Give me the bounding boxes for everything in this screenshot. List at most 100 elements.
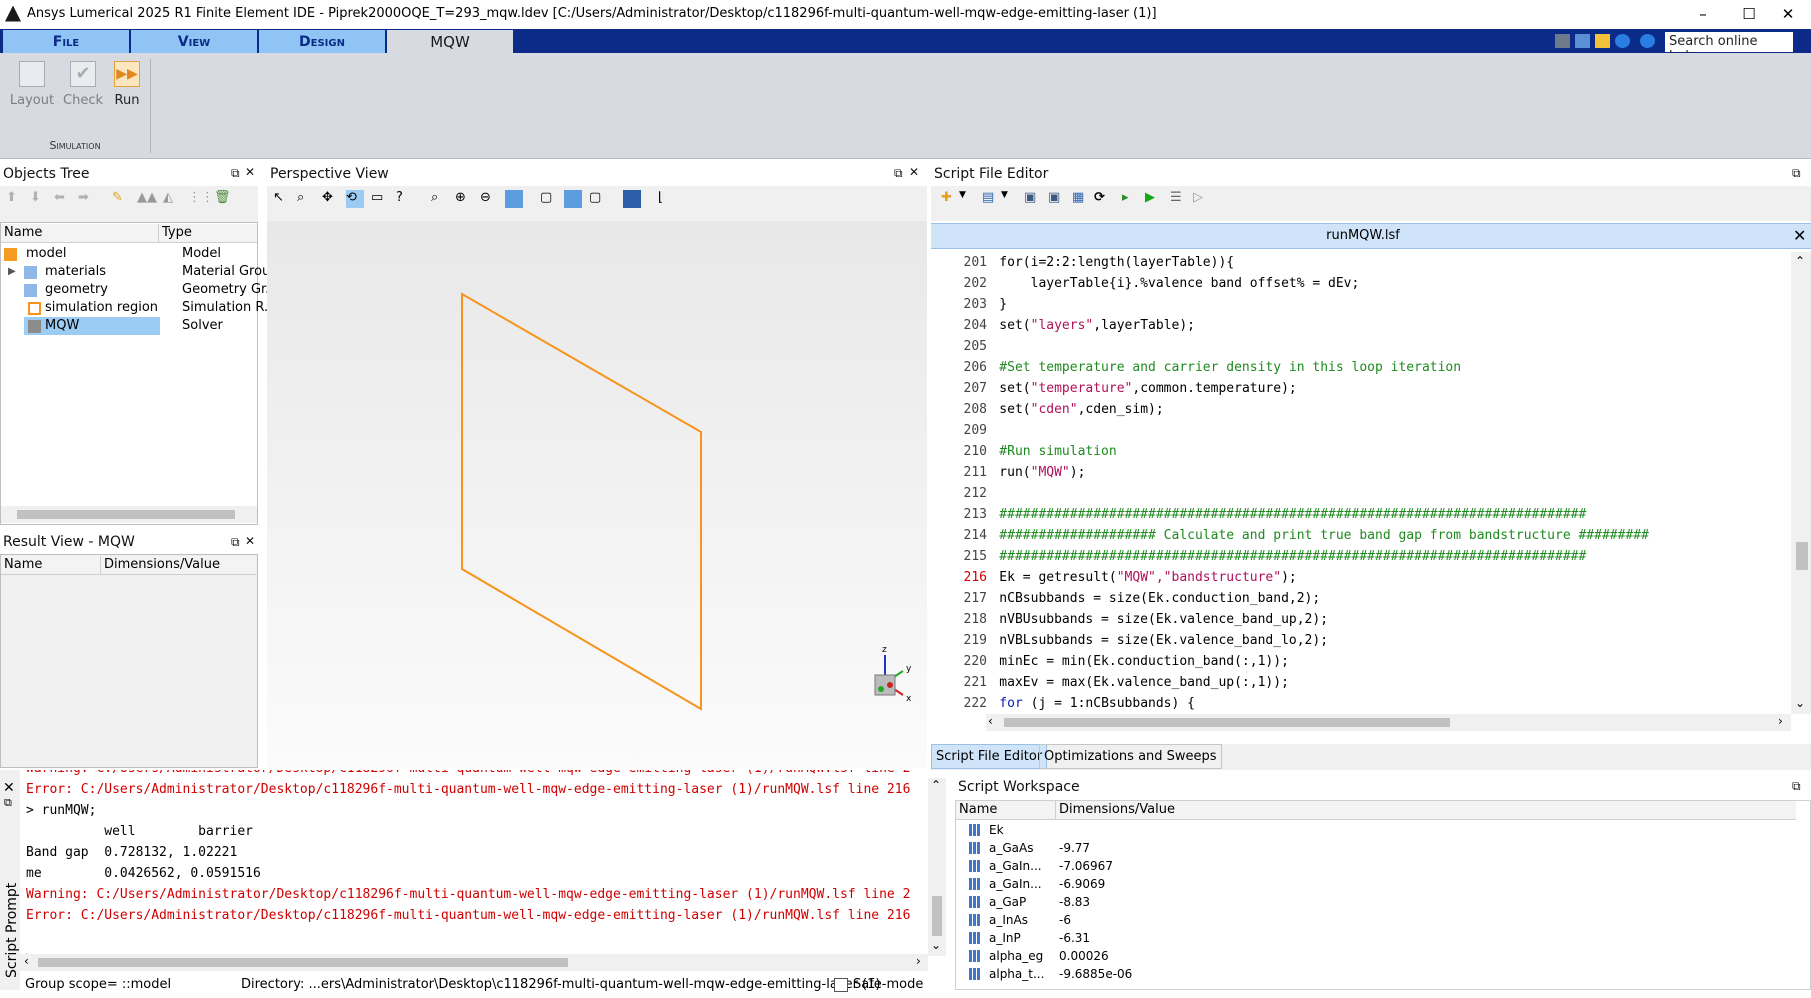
code-line[interactable]: 207 set("temperature",common.temperature… bbox=[931, 378, 1791, 399]
code-line[interactable]: 201 for(i=2:2:length(layerTable)){ bbox=[931, 252, 1791, 273]
zoom-in-icon[interactable]: ⊕ bbox=[455, 190, 473, 208]
view-xy-icon[interactable]: ▢ bbox=[540, 190, 558, 208]
console-horizontal-scrollbar[interactable]: ‹ › bbox=[20, 954, 928, 971]
tree-row-materials[interactable]: ▶ materials Material Group bbox=[1, 263, 279, 281]
tree-row-model[interactable]: model Model bbox=[1, 245, 256, 263]
workspace-row[interactable]: alpha_eg 0.00026 bbox=[955, 947, 1795, 965]
code-line[interactable]: 216 Ek = getresult("MQW","bandstructure"… bbox=[931, 567, 1791, 588]
workspace-row[interactable]: a_InAs -6 bbox=[955, 911, 1795, 929]
code-line[interactable]: 214 #################### Calculate and p… bbox=[931, 525, 1791, 546]
workspace-row[interactable]: alpha_t... -9.6885e-06 bbox=[955, 965, 1795, 983]
save-all-icon[interactable]: ▦ bbox=[1072, 190, 1090, 208]
horizontal-scrollbar[interactable] bbox=[1, 506, 257, 523]
run-selection-icon[interactable]: ▸ bbox=[1122, 190, 1140, 208]
code-line[interactable]: 218 nVBUsubbands = size(Ek.valence_band_… bbox=[931, 609, 1791, 630]
scroll-down-icon[interactable]: ⌄ bbox=[1795, 696, 1805, 710]
tree-row-geometry[interactable]: geometry Geometry Gr... bbox=[1, 281, 278, 299]
close-tab-icon[interactable]: ✕ bbox=[1793, 226, 1806, 245]
float-icon[interactable]: ⧉ bbox=[1792, 166, 1801, 181]
column-header-name[interactable]: Name bbox=[1, 556, 101, 575]
layout-button[interactable]: Layout bbox=[8, 61, 56, 108]
workspace-row[interactable]: a_InP -6.31 bbox=[955, 929, 1795, 947]
move-right-icon[interactable]: ➡ bbox=[78, 190, 96, 208]
search-online-help[interactable]: Search online help bbox=[1665, 32, 1793, 64]
open-file-icon[interactable]: ▤ bbox=[982, 190, 1000, 208]
check-button[interactable]: ✔ Check bbox=[59, 61, 107, 108]
column-header-name[interactable]: Name bbox=[1, 224, 159, 243]
workspace-row[interactable]: a_GaIn... -6.9069 bbox=[955, 875, 1795, 893]
editor-horizontal-scrollbar[interactable]: ‹ › bbox=[986, 714, 1791, 731]
array-icon[interactable]: ⋮⋮ bbox=[188, 190, 214, 208]
script-prompt-console[interactable]: Warning: C:/Users/Administrator/Desktop/… bbox=[20, 770, 932, 958]
scroll-left-icon[interactable]: ‹ bbox=[24, 954, 29, 968]
select-icon[interactable]: ↖ bbox=[273, 190, 291, 208]
move-up-icon[interactable]: ⬆ bbox=[6, 190, 24, 208]
axes-icon[interactable]: ⌊ bbox=[658, 190, 676, 208]
code-line[interactable]: 208 set("cden",cden_sim); bbox=[931, 399, 1791, 420]
move-down-icon[interactable]: ⬇ bbox=[30, 190, 48, 208]
code-line[interactable]: 221 maxEv = max(Ek.valence_band_up(:,1))… bbox=[931, 672, 1791, 693]
code-line[interactable]: 210 #Run simulation bbox=[931, 441, 1791, 462]
code-line[interactable]: 202 layerTable{i}.%valence band offset% … bbox=[931, 273, 1791, 294]
workspace-row[interactable]: a_GaAs -9.77 bbox=[955, 839, 1795, 857]
float-icon[interactable]: ⧉ bbox=[231, 166, 240, 181]
edit-icon[interactable]: ✎ bbox=[112, 190, 130, 208]
workspace-row[interactable]: Ek bbox=[955, 821, 1795, 839]
shape-icon[interactable]: ◭ bbox=[163, 190, 181, 208]
next-icon[interactable]: ▷ bbox=[1193, 190, 1211, 208]
perspective-canvas[interactable]: z y x bbox=[267, 221, 927, 768]
close-icon[interactable]: ✕ bbox=[3, 780, 15, 796]
open-dropdown-icon[interactable]: ▼ bbox=[1001, 190, 1019, 208]
tree-row-simulation-region[interactable]: simulation region Simulation R... bbox=[1, 299, 276, 317]
code-line[interactable]: 209 bbox=[931, 420, 1791, 441]
editor-vertical-scrollbar[interactable]: ⌃ ⌄ bbox=[1791, 252, 1811, 714]
zoom-region-icon[interactable]: ⌕ bbox=[297, 190, 315, 208]
code-editor[interactable]: 201 for(i=2:2:length(layerTable)){202 la… bbox=[931, 252, 1791, 714]
code-line[interactable]: 212 bbox=[931, 483, 1791, 504]
column-header-value[interactable]: Dimensions/Value bbox=[101, 556, 256, 575]
save-file-icon[interactable]: ▣ bbox=[1024, 190, 1042, 208]
close-icon[interactable]: ✕ bbox=[909, 165, 919, 179]
chart-icon[interactable] bbox=[1575, 34, 1590, 48]
scrollbar-thumb[interactable] bbox=[932, 896, 942, 936]
code-line[interactable]: 222 for (j = 1:nCBsubbands) { bbox=[931, 693, 1791, 714]
tab-file[interactable]: File bbox=[3, 30, 130, 53]
code-line[interactable]: 205 bbox=[931, 336, 1791, 357]
code-line[interactable]: 219 nVBLsubbands = size(Ek.valence_band_… bbox=[931, 630, 1791, 651]
tree-row-mqw[interactable]: MQW Solver bbox=[1, 317, 256, 335]
column-header-type[interactable]: Type bbox=[159, 224, 257, 243]
split-view-icon[interactable]: ☰ bbox=[1170, 190, 1188, 208]
tab-script-file-editor[interactable]: Script File Editor bbox=[931, 744, 1048, 769]
float-icon[interactable]: ⧉ bbox=[1792, 779, 1801, 794]
scrollbar-thumb[interactable] bbox=[1796, 542, 1808, 570]
zoom-out-icon[interactable]: ⊖ bbox=[480, 190, 498, 208]
code-line[interactable]: 217 nCBsubbands = size(Ek.conduction_ban… bbox=[931, 588, 1791, 609]
column-header-value[interactable]: Dimensions/Value bbox=[1056, 801, 1796, 820]
scroll-right-icon[interactable]: › bbox=[916, 954, 921, 968]
ruler-icon[interactable]: ▭ bbox=[371, 190, 389, 208]
expand-arrow-icon[interactable]: ▶ bbox=[8, 263, 16, 281]
tab-mqw[interactable]: MQW bbox=[387, 30, 514, 53]
rotate-icon[interactable]: ⟲ bbox=[346, 190, 364, 208]
tab-design[interactable]: Design bbox=[259, 30, 386, 53]
minimize-button[interactable]: – bbox=[1680, 0, 1726, 27]
group-icon[interactable]: ▲▲ bbox=[137, 190, 157, 208]
scroll-right-icon[interactable]: › bbox=[1778, 714, 1783, 728]
scroll-left-icon[interactable]: ‹ bbox=[988, 714, 993, 728]
code-line[interactable]: 215 ####################################… bbox=[931, 546, 1791, 567]
solid-icon[interactable] bbox=[623, 190, 641, 208]
new-dropdown-icon[interactable]: ▼ bbox=[959, 190, 977, 208]
console-vertical-scrollbar[interactable]: ⌃ ⌄ bbox=[928, 778, 946, 956]
help-icon[interactable]: ? bbox=[396, 190, 414, 208]
perspective-icon[interactable] bbox=[505, 190, 523, 208]
code-line[interactable]: 211 run("MQW"); bbox=[931, 462, 1791, 483]
tab-optimizations-and-sweeps[interactable]: Optimizations and Sweeps bbox=[1039, 744, 1222, 769]
view-yz-icon[interactable]: ▢ bbox=[589, 190, 607, 208]
workspace-row[interactable]: a_GaP -8.83 bbox=[955, 893, 1795, 911]
refresh-icon[interactable]: ⟳ bbox=[1094, 190, 1112, 208]
run-button[interactable]: ▶▶ Run bbox=[103, 61, 151, 108]
editor-file-tab[interactable]: runMQW.lsf ✕ bbox=[931, 223, 1811, 249]
float-icon[interactable]: ⧉ bbox=[894, 166, 903, 181]
scrollbar-thumb[interactable] bbox=[1004, 718, 1450, 727]
save-as-icon[interactable]: ▣ bbox=[1048, 190, 1066, 208]
